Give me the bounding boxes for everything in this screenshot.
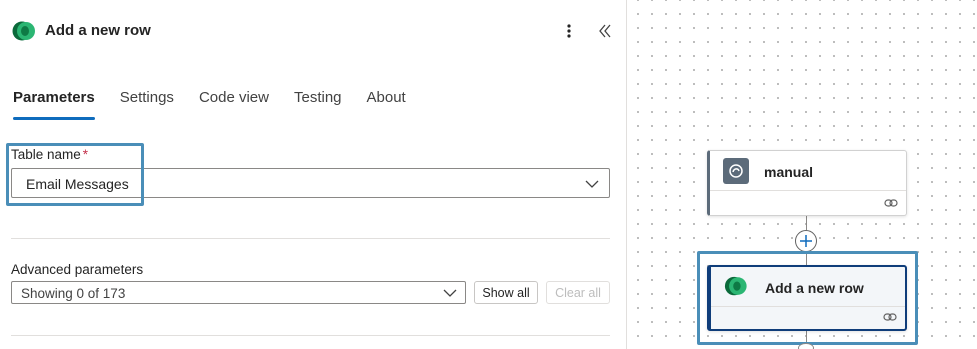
node-divider: [710, 190, 906, 191]
more-vertical-icon: [567, 24, 571, 38]
link-icon[interactable]: [884, 198, 898, 208]
chevron-down-icon: [443, 289, 457, 297]
tab-parameters[interactable]: Parameters: [13, 88, 95, 120]
section-divider: [11, 238, 610, 239]
node-divider: [711, 306, 905, 307]
clear-all-button[interactable]: Clear all: [546, 281, 610, 304]
manual-trigger-glyph: [729, 164, 743, 178]
tab-testing[interactable]: Testing: [294, 88, 342, 120]
collapse-panel-button[interactable]: [594, 20, 616, 42]
connector-line: [806, 252, 807, 265]
manual-trigger-icon: [723, 158, 749, 184]
panel-tabs: Parameters Settings Code view Testing Ab…: [13, 88, 431, 122]
dataverse-icon: [724, 276, 747, 296]
tab-about[interactable]: About: [367, 88, 406, 120]
connector-line: [806, 331, 807, 343]
plus-icon: [800, 235, 812, 247]
advanced-parameters-label: Advanced parameters: [11, 262, 144, 277]
node-title: manual: [764, 164, 814, 180]
flow-canvas[interactable]: manual Add a new row: [628, 0, 977, 349]
next-step-connector: [798, 343, 814, 349]
action-panel: Add a new row Parameters Settings Code v…: [0, 0, 627, 349]
flow-node-add-a-new-row[interactable]: Add a new row: [707, 265, 907, 331]
advanced-parameters-value: Showing 0 of 173: [21, 286, 126, 301]
flow-node-manual[interactable]: manual: [707, 150, 907, 216]
advanced-parameters-dropdown[interactable]: Showing 0 of 173: [11, 281, 466, 304]
show-all-button[interactable]: Show all: [474, 281, 538, 304]
connector-line: [806, 216, 807, 230]
add-step-button[interactable]: [795, 230, 817, 252]
dataverse-logo-icon: [12, 21, 35, 41]
node-title: Add a new row: [765, 280, 864, 296]
table-name-label-text: Table name: [11, 147, 81, 162]
tab-settings[interactable]: Settings: [120, 88, 174, 120]
section-divider: [11, 335, 610, 336]
table-name-label: Table name *: [11, 147, 88, 162]
chevron-down-icon: [585, 180, 599, 188]
panel-title: Add a new row: [45, 22, 151, 39]
required-marker: *: [82, 147, 89, 162]
more-options-button[interactable]: [558, 20, 580, 42]
table-name-value: Email Messages: [26, 176, 129, 192]
double-chevron-left-icon: [599, 24, 611, 38]
panel-header: Add a new row: [0, 0, 627, 62]
table-name-dropdown[interactable]: Email Messages: [11, 168, 610, 198]
tab-code-view[interactable]: Code view: [199, 88, 269, 120]
link-icon[interactable]: [883, 312, 897, 322]
